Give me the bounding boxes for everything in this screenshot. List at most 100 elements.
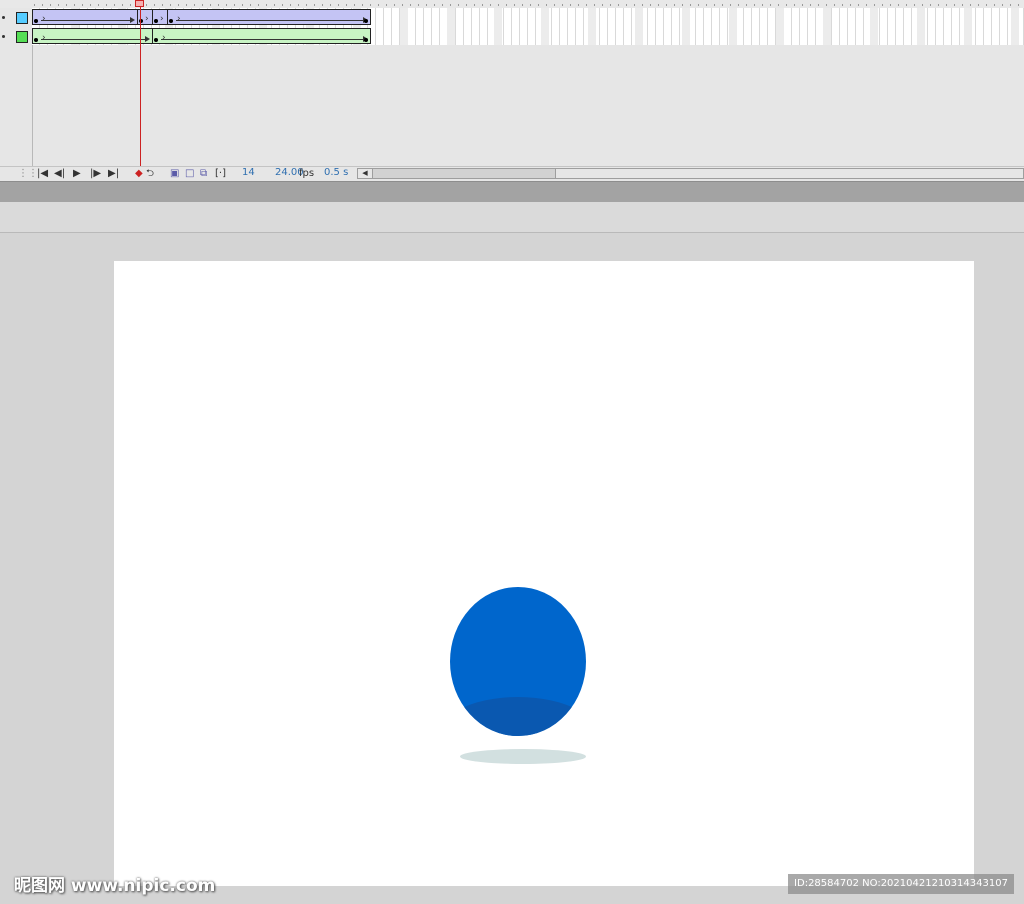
ruler-tick: [986, 4, 987, 6]
ruler-tick: [802, 4, 803, 6]
ruler-tick: [306, 4, 307, 6]
ruler-tick: [370, 4, 371, 6]
panel-grip-icon[interactable]: ⋮⋮: [18, 167, 38, 181]
panel-divider[interactable]: [0, 181, 1024, 202]
ruler-tick: [330, 4, 331, 6]
current-frame-field[interactable]: 14: [242, 167, 255, 182]
ruler-tick: [698, 4, 699, 6]
ruler-tick: [554, 4, 555, 6]
ruler-tick: [546, 4, 547, 6]
ruler-tick: [82, 4, 83, 6]
ruler-tick: [58, 4, 59, 6]
ruler-tick: [354, 4, 355, 6]
ruler-tick: [1018, 4, 1019, 6]
onion-skin-outlines-icon[interactable]: □: [185, 167, 194, 181]
onion-skin-icon[interactable]: ▣: [170, 167, 179, 181]
edit-multiple-frames-icon[interactable]: ⧉: [200, 167, 207, 181]
ruler-tick: [706, 4, 707, 6]
ruler-tick: [618, 4, 619, 6]
ruler-tick: [42, 4, 43, 6]
playhead-handle[interactable]: [135, 0, 144, 7]
playhead-line: [140, 7, 141, 181]
ruler-tick: [650, 4, 651, 6]
ruler-tick: [394, 4, 395, 6]
ruler-tick: [482, 4, 483, 6]
motion-tween-span[interactable]: ›: [152, 9, 168, 25]
timeline-horizontal-scrollbar[interactable]: ◀: [357, 168, 1024, 179]
ruler-tick: [266, 4, 267, 6]
ruler-tick: [906, 4, 907, 6]
motion-tween-span[interactable]: ›: [167, 9, 371, 25]
ruler-tick: [586, 4, 587, 6]
ruler-tick: [818, 4, 819, 6]
fps-label: fps: [299, 168, 315, 179]
go-to-last-frame-icon[interactable]: ▶|: [108, 167, 119, 181]
ruler-tick: [778, 4, 779, 6]
ball-shadow[interactable]: [460, 749, 586, 764]
ruler-tick: [594, 4, 595, 6]
stage-canvas[interactable]: [114, 261, 974, 886]
go-to-first-frame-icon[interactable]: |◀: [37, 167, 48, 181]
ruler-tick: [866, 4, 867, 6]
timeline-panel: › › › › › › ⋮⋮ |◀ ◀| ▶ |▶ ▶| ◆ ⮌ ▣ □ ⧉ […: [0, 0, 1024, 182]
ruler-tick: [962, 4, 963, 6]
ruler-tick: [210, 4, 211, 6]
end-keyframe-icon[interactable]: [364, 38, 368, 42]
step-forward-icon[interactable]: |▶: [90, 167, 101, 181]
ruler-tick: [1010, 4, 1011, 6]
ruler-tick: [658, 4, 659, 6]
visibility-dot-icon[interactable]: [2, 35, 5, 38]
ruler-tick: [490, 4, 491, 6]
tween-arrow-icon: [161, 36, 368, 42]
ruler-tick: [346, 4, 347, 6]
frame-grid[interactable]: › › › › › ›: [32, 8, 1024, 45]
elapsed-time-field[interactable]: 0.5 s: [324, 167, 349, 182]
layer-outline-color-swatch[interactable]: [16, 12, 28, 24]
scrollbar-thumb[interactable]: [373, 169, 556, 178]
ruler-tick: [642, 4, 643, 6]
timeline-controls: ⋮⋮ |◀ ◀| ▶ |▶ ▶| ◆ ⮌ ▣ □ ⧉ [·] 14 24.00 …: [0, 166, 1024, 182]
ruler-tick: [66, 4, 67, 6]
ruler-tick: [114, 4, 115, 6]
modify-markers-icon[interactable]: [·]: [215, 167, 226, 181]
ruler-tick: [1002, 4, 1003, 6]
ball-bottom-shading: [450, 697, 586, 736]
ruler-tick: [682, 4, 683, 6]
ruler-tick: [690, 4, 691, 6]
stage-edit-bar: [0, 202, 1024, 233]
ruler-tick: [466, 4, 467, 6]
ruler-tick: [730, 4, 731, 6]
keyframe-icon: [34, 19, 38, 23]
ruler-tick: [978, 4, 979, 6]
center-frame-icon[interactable]: ◆: [135, 167, 143, 181]
ruler-tick: [242, 4, 243, 6]
ruler-tick: [146, 4, 147, 6]
blue-ball[interactable]: [450, 587, 586, 736]
layer-row-1[interactable]: [0, 9, 32, 26]
ruler-tick: [154, 4, 155, 6]
ruler-tick: [450, 4, 451, 6]
motion-tween-span[interactable]: ›: [32, 9, 138, 25]
motion-tween-span[interactable]: ›: [152, 28, 371, 44]
motion-tween-span[interactable]: ›: [32, 28, 153, 44]
play-icon[interactable]: ▶: [73, 167, 81, 181]
ruler-tick: [994, 4, 995, 6]
layer-row-2[interactable]: [0, 28, 32, 45]
ruler-tick: [186, 4, 187, 6]
end-keyframe-icon[interactable]: [364, 19, 368, 23]
ruler-tick: [106, 4, 107, 6]
ruler-tick: [938, 4, 939, 6]
step-back-icon[interactable]: ◀|: [54, 167, 65, 181]
ruler-tick: [914, 4, 915, 6]
loop-icon[interactable]: ⮌: [146, 167, 154, 181]
visibility-dot-icon[interactable]: [2, 16, 5, 19]
layer-outline-color-swatch[interactable]: [16, 31, 28, 43]
ruler-tick: [298, 4, 299, 6]
ruler-tick: [50, 4, 51, 6]
keyframe-icon: [154, 19, 158, 23]
ruler-tick: [458, 4, 459, 6]
scroll-left-arrow-icon[interactable]: ◀: [358, 169, 373, 178]
ruler-tick: [746, 4, 747, 6]
ruler-tick: [922, 4, 923, 6]
ruler-tick: [874, 4, 875, 6]
